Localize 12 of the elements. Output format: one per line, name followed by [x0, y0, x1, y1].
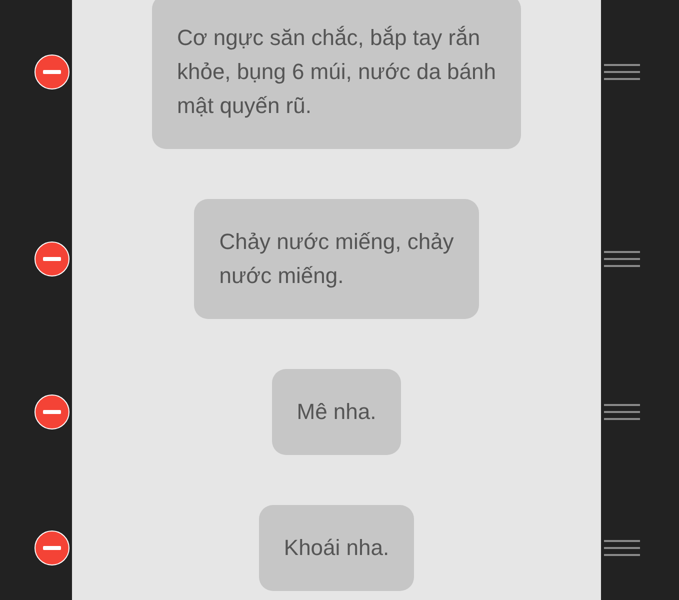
drag-handle-icon[interactable]	[604, 250, 640, 268]
drag-handle-icon[interactable]	[604, 403, 640, 421]
drag-handle-icon[interactable]	[604, 63, 640, 81]
drag-handle-icon[interactable]	[604, 539, 640, 557]
message-bubble: Khoái nha.	[258, 505, 414, 591]
message-bubble: Chảy nước miếng, chảy nước miếng.	[194, 199, 479, 319]
delete-icon[interactable]	[34, 530, 70, 566]
delete-icon[interactable]	[34, 241, 70, 277]
delete-icon[interactable]	[34, 394, 70, 430]
message-bubble: Mê nha.	[272, 369, 402, 455]
message-bubble: Cơ ngực săn chắc, bắp tay rắn khỏe, bụng 6 múi, nước da bánh mật quyến rũ.	[152, 0, 522, 149]
delete-icon[interactable]	[34, 54, 70, 90]
